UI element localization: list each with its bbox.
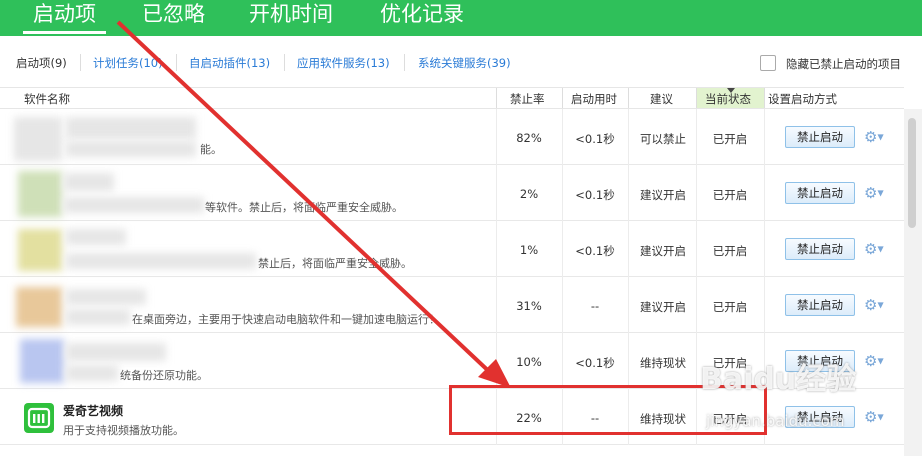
baidu-watermark-url: jingyan.baidu.com (706, 412, 845, 430)
baidu-watermark: Baidu经验 (700, 362, 857, 397)
